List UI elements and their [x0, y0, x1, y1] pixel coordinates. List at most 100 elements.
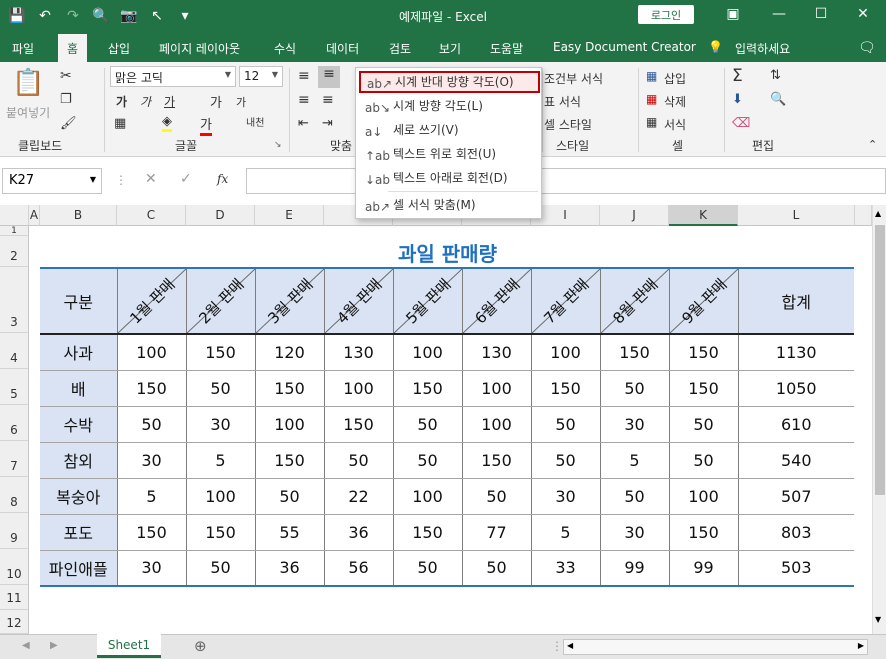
fruit-name-cell[interactable]: 수박	[40, 406, 118, 443]
font-size-select[interactable]: 12 ▼	[239, 66, 283, 87]
insert-function-icon[interactable]: fx	[217, 172, 228, 186]
sales-value-cell[interactable]: 55	[255, 514, 325, 551]
sales-value-cell[interactable]: 50	[531, 406, 601, 443]
vertical-scrollbar[interactable]: ▲ ▼	[872, 205, 886, 634]
tab-view[interactable]: 보기	[439, 40, 461, 57]
enter-icon[interactable]: ✓	[180, 171, 192, 187]
column-header-c[interactable]: C	[117, 205, 186, 226]
sales-value-cell[interactable]: 56	[324, 550, 394, 587]
total-value-cell[interactable]: 803	[738, 514, 854, 551]
total-value-cell[interactable]: 507	[738, 478, 854, 515]
sales-value-cell[interactable]: 100	[393, 478, 463, 515]
sales-value-cell[interactable]: 100	[324, 370, 394, 407]
row-header[interactable]: 12	[0, 610, 29, 634]
sales-value-cell[interactable]: 150	[669, 334, 739, 371]
sales-value-cell[interactable]: 50	[255, 478, 325, 515]
scroll-left-icon[interactable]: ◀	[567, 641, 573, 650]
total-value-cell[interactable]: 503	[738, 550, 854, 587]
month-header-cell[interactable]: 8월 판매	[600, 268, 670, 335]
top-align-icon[interactable]: ≡	[298, 68, 310, 84]
sales-value-cell[interactable]: 100	[393, 334, 463, 371]
month-header-cell[interactable]: 2월 판매	[186, 268, 256, 335]
month-header-cell[interactable]: 3월 판매	[255, 268, 325, 335]
tab-easy-document-creator[interactable]: Easy Document Creator	[553, 40, 696, 54]
sales-value-cell[interactable]: 100	[531, 334, 601, 371]
total-header-cell[interactable]: 합계	[738, 268, 854, 335]
phonetic-icon[interactable]: 내천	[246, 114, 264, 129]
sales-value-cell[interactable]: 50	[462, 550, 532, 587]
paste-icon[interactable]: 📋	[12, 68, 44, 98]
copy-icon[interactable]: ❐	[60, 92, 72, 107]
collapse-ribbon-icon[interactable]: ⌃	[868, 138, 877, 151]
delete-cells-icon[interactable]: ▦	[646, 92, 657, 106]
sales-value-cell[interactable]: 36	[324, 514, 394, 551]
sales-value-cell[interactable]: 30	[531, 478, 601, 515]
sales-value-cell[interactable]: 150	[393, 370, 463, 407]
sales-value-cell[interactable]: 5	[600, 442, 670, 479]
sales-value-cell[interactable]: 99	[669, 550, 739, 587]
column-header-j[interactable]: J	[600, 205, 669, 226]
sales-value-cell[interactable]: 50	[117, 406, 187, 443]
sales-value-cell[interactable]: 50	[186, 370, 256, 407]
sales-value-cell[interactable]: 130	[324, 334, 394, 371]
sales-value-cell[interactable]: 5	[531, 514, 601, 551]
sales-value-cell[interactable]: 150	[600, 334, 670, 371]
row-header[interactable]: 6	[0, 405, 29, 441]
increase-font-icon[interactable]: 가	[210, 92, 222, 111]
fruit-name-cell[interactable]: 사과	[40, 334, 118, 371]
sales-value-cell[interactable]: 50	[186, 550, 256, 587]
sales-value-cell[interactable]: 150	[186, 334, 256, 371]
tab-home[interactable]: 홈	[58, 34, 88, 62]
sales-value-cell[interactable]: 30	[600, 406, 670, 443]
month-header-cell[interactable]: 7월 판매	[531, 268, 601, 335]
menu-item-format-alignment[interactable]: ab↗ 셀 서식 맞춤(M)	[359, 195, 540, 217]
sales-value-cell[interactable]: 50	[393, 550, 463, 587]
font-color-icon[interactable]: 가	[200, 114, 212, 136]
sales-value-cell[interactable]: 150	[669, 514, 739, 551]
sales-value-cell[interactable]: 50	[669, 442, 739, 479]
sales-value-cell[interactable]: 100	[669, 478, 739, 515]
sales-value-cell[interactable]: 77	[462, 514, 532, 551]
ribbon-display-icon[interactable]: ▣	[718, 6, 748, 22]
sales-value-cell[interactable]: 100	[462, 406, 532, 443]
sales-value-cell[interactable]: 50	[669, 406, 739, 443]
menu-item-vertical-text[interactable]: a↓ 세로 쓰기(V)	[359, 120, 540, 142]
format-cells-button[interactable]: 서식	[664, 116, 686, 133]
align-center-icon[interactable]: ≡	[322, 92, 334, 108]
column-header-m[interactable]	[855, 205, 872, 226]
sales-value-cell[interactable]: 30	[600, 514, 670, 551]
tab-insert[interactable]: 삽입	[108, 40, 130, 57]
month-header-cell[interactable]: 5월 판매	[393, 268, 463, 335]
sales-value-cell[interactable]: 100	[186, 478, 256, 515]
sort-filter-icon[interactable]: ⇅	[770, 68, 781, 83]
sales-value-cell[interactable]: 50	[324, 442, 394, 479]
total-value-cell[interactable]: 1130	[738, 334, 854, 371]
comments-icon[interactable]: 🗨	[858, 40, 876, 56]
format-cells-icon[interactable]: ▦	[646, 115, 657, 129]
sales-value-cell[interactable]: 50	[462, 478, 532, 515]
cancel-icon[interactable]: ✕	[145, 171, 157, 187]
sales-value-cell[interactable]: 5	[186, 442, 256, 479]
fill-color-icon[interactable]: ◈	[162, 114, 172, 132]
tab-page-layout[interactable]: 페이지 레이아웃	[159, 40, 240, 57]
clear-icon[interactable]: ⌫	[732, 116, 750, 131]
increase-indent-icon[interactable]: ⇥	[322, 116, 333, 131]
format-painter-icon[interactable]: 🖌	[60, 116, 77, 131]
paste-button[interactable]: 붙여넣기	[6, 104, 50, 121]
middle-align-icon[interactable]: ≡	[318, 66, 340, 88]
scroll-down-icon[interactable]: ▼	[875, 615, 881, 624]
formula-input[interactable]	[246, 168, 886, 194]
decrease-indent-icon[interactable]: ⇤	[298, 116, 309, 131]
insert-cells-icon[interactable]: ▦	[646, 69, 657, 83]
cut-icon[interactable]: ✂	[60, 68, 72, 84]
maximize-icon[interactable]: ☐	[806, 6, 836, 22]
menu-item-rotate-down[interactable]: ↓ab 텍스트 아래로 회전(D)	[359, 168, 540, 190]
delete-cells-button[interactable]: 삭제	[664, 93, 686, 110]
sales-value-cell[interactable]: 150	[324, 406, 394, 443]
font-name-select[interactable]: 맑은 고딕 ▼	[110, 66, 236, 87]
sales-value-cell[interactable]: 150	[393, 514, 463, 551]
italic-icon[interactable]: 가	[140, 93, 151, 110]
bold-icon[interactable]: 가	[116, 93, 127, 110]
row-header[interactable]: 9	[0, 513, 29, 549]
sales-value-cell[interactable]: 50	[393, 406, 463, 443]
